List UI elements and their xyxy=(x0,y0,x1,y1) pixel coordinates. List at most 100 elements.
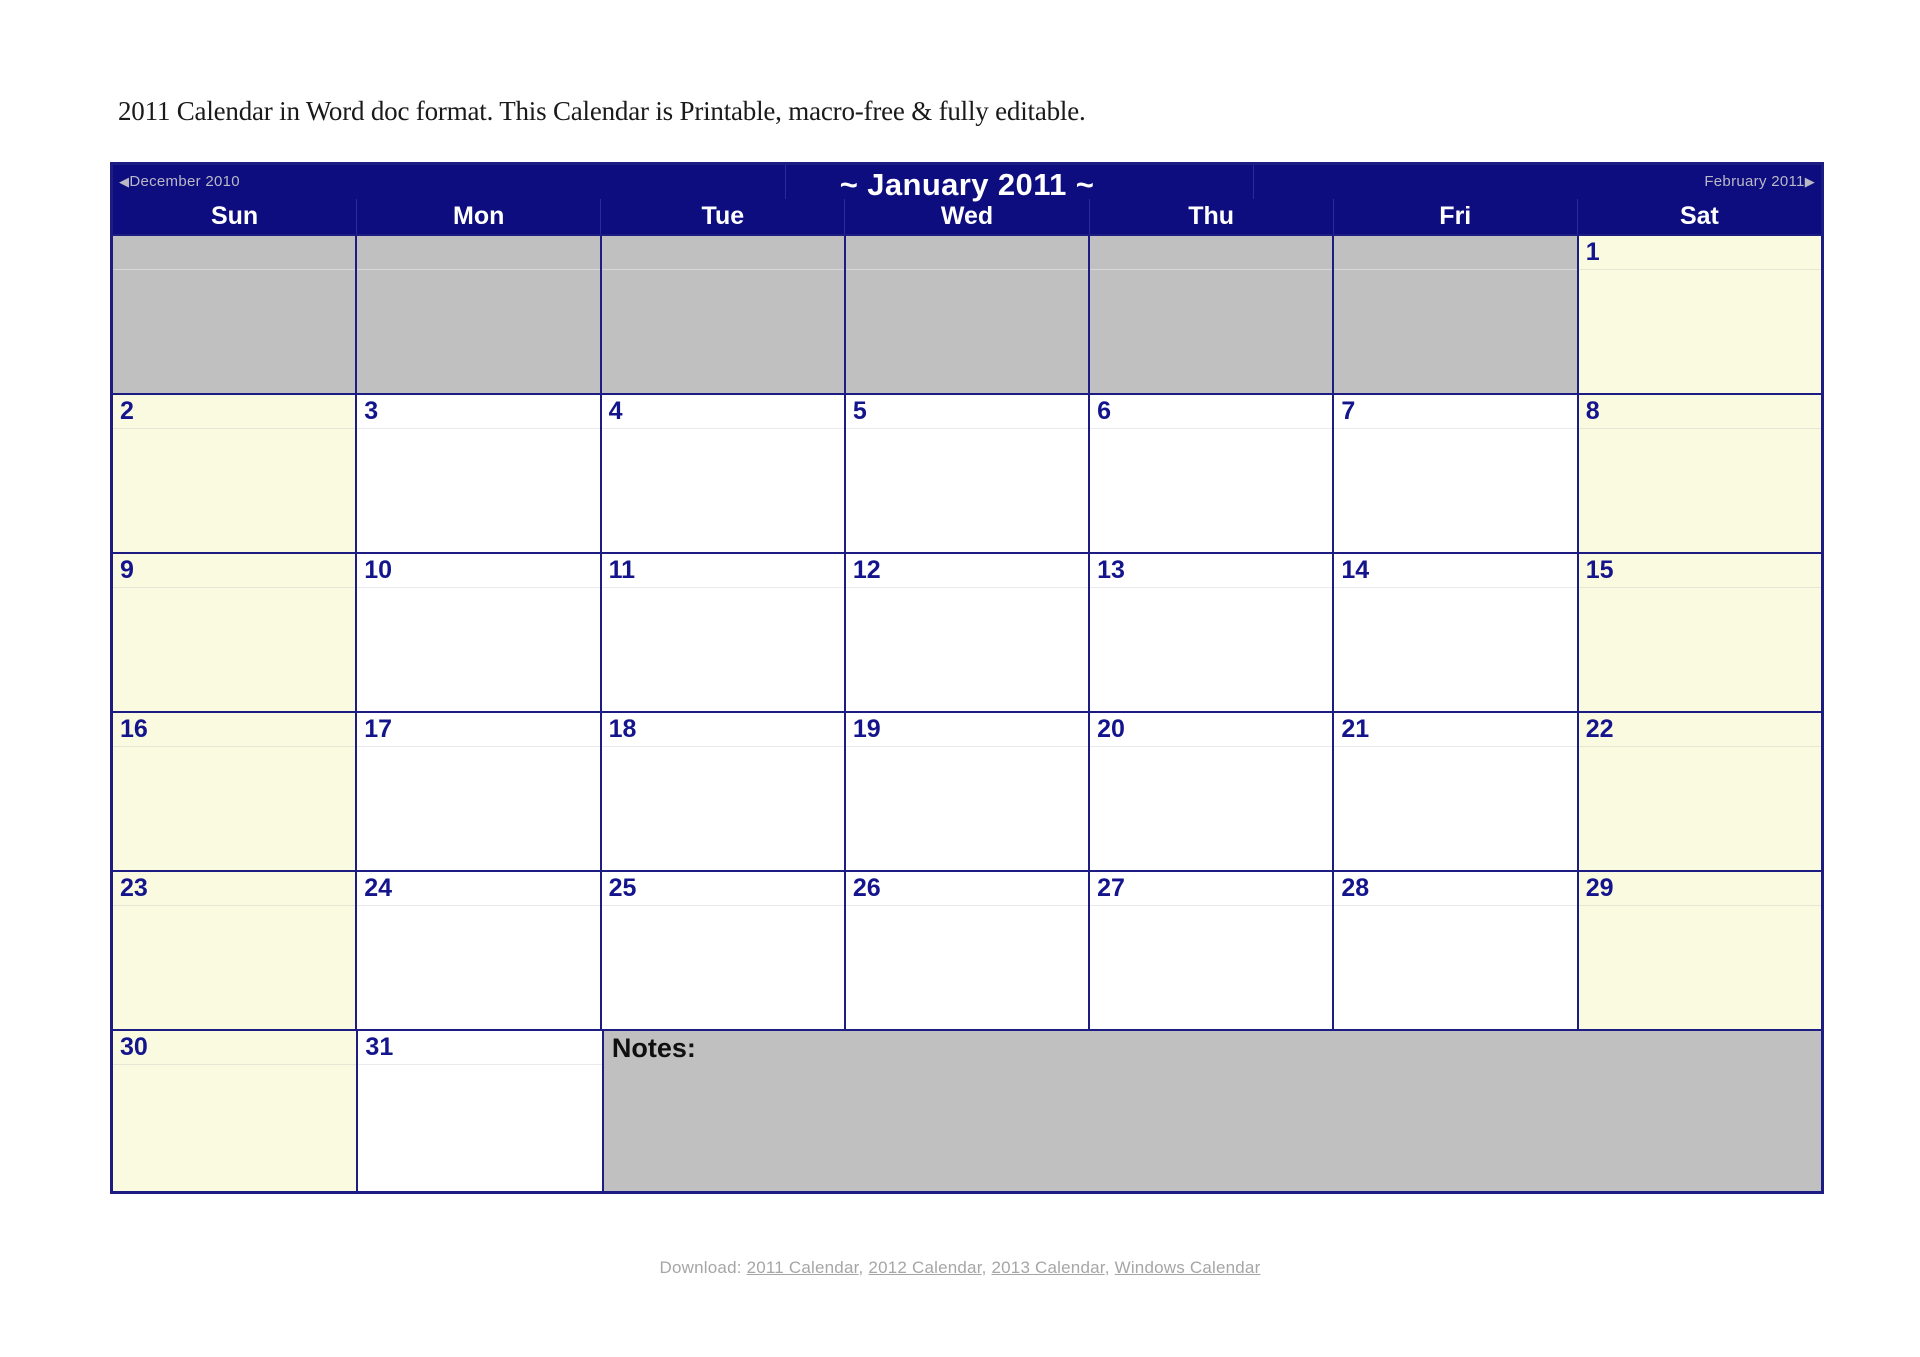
cell-rule xyxy=(357,428,600,429)
cell-rule xyxy=(1090,746,1333,747)
calendar-day-cell[interactable]: 26 xyxy=(843,872,1089,1029)
calendar-week-row: 2 3 4 5 6 7 8 xyxy=(113,393,1821,552)
calendar-day-cell[interactable]: 29 xyxy=(1576,872,1821,1029)
day-number: 6 xyxy=(1097,397,1112,425)
cell-rule xyxy=(845,905,1089,906)
cell-rule xyxy=(1578,905,1821,906)
calendar-day-cell[interactable]: 13 xyxy=(1088,554,1333,711)
month-title: ~ January 2011 ~ xyxy=(839,167,1095,202)
calendar-week-row: 23 24 25 26 27 28 29 xyxy=(113,870,1821,1029)
weekday-header-sun: Sun xyxy=(210,202,259,230)
calendar-day-cell[interactable]: 9 xyxy=(113,554,356,711)
calendar-day-cell[interactable]: 16 xyxy=(113,713,356,870)
right-arrow-icon: ▶ xyxy=(1804,174,1815,189)
cell-rule xyxy=(601,746,844,747)
footer-link[interactable]: 2011 Calendar xyxy=(747,1258,859,1277)
day-number: 18 xyxy=(608,715,637,743)
calendar-day-cell[interactable]: 10 xyxy=(355,554,600,711)
day-number: 25 xyxy=(608,874,637,902)
calendar-day-cell[interactable]: 28 xyxy=(1332,872,1577,1029)
calendar-weeks: 1 2 3 4 5 6 7 8 9 10 11 12 13 14 15 16 17 18 19 20 21 22 23 24 2… xyxy=(113,236,1821,1029)
calendar-day-cell[interactable]: 2 xyxy=(113,395,356,552)
cell-rule xyxy=(113,428,356,429)
footer-prefix: Download: xyxy=(659,1258,742,1277)
day-number: 14 xyxy=(1341,556,1370,584)
calendar-day-cell[interactable]: 21 xyxy=(1332,713,1577,870)
calendar-day-cell[interactable]: 20 xyxy=(1088,713,1333,870)
cell-rule xyxy=(113,587,356,588)
page-intro-text: 2011 Calendar in Word doc format. This C… xyxy=(118,96,1086,126)
cell-rule xyxy=(601,428,844,429)
day-number: 29 xyxy=(1585,874,1614,902)
footer-download-bar: Download: 2011 Calendar, 2012 Calendar, … xyxy=(0,1258,1920,1278)
calendar-day-cell[interactable]: 17 xyxy=(355,713,600,870)
day-number: 23 xyxy=(120,874,148,902)
calendar-day-cell[interactable]: 3 xyxy=(355,395,600,552)
cell-rule xyxy=(357,587,600,588)
calendar-filler-cell xyxy=(113,236,356,393)
weekday-header-sat: Sat xyxy=(1576,199,1821,234)
calendar-day-cell[interactable]: 14 xyxy=(1332,554,1577,711)
weekday-header-thu: Thu xyxy=(1088,199,1333,234)
day-number: 31 xyxy=(365,1033,394,1061)
cell-rule xyxy=(601,905,844,906)
notes-area[interactable]: Notes: xyxy=(601,1031,1821,1191)
day-number: 19 xyxy=(852,715,881,743)
footer-separator: , xyxy=(981,1258,987,1277)
cell-rule xyxy=(1334,428,1577,429)
day-number: 21 xyxy=(1341,715,1370,743)
cell-rule xyxy=(845,428,1089,429)
day-number: 26 xyxy=(852,874,881,902)
calendar-day-cell[interactable]: 12 xyxy=(843,554,1089,711)
calendar-day-cell[interactable]: 24 xyxy=(355,872,600,1029)
day-number: 16 xyxy=(120,715,148,743)
next-month-link[interactable]: February 2011▶ xyxy=(1704,174,1815,189)
footer-link[interactable]: 2013 Calendar xyxy=(992,1258,1105,1277)
calendar-day-cell[interactable]: 1 xyxy=(1576,236,1821,393)
calendar-day-cell[interactable]: 31 xyxy=(356,1031,602,1191)
cell-rule xyxy=(1334,746,1577,747)
weekday-header-row: Sun Mon Tue Wed Thu Fri Sat xyxy=(113,199,1821,234)
calendar-filler-cell xyxy=(1332,236,1577,393)
calendar-day-cell[interactable]: 8 xyxy=(1576,395,1821,552)
calendar-day-cell[interactable]: 27 xyxy=(1088,872,1333,1029)
calendar-day-cell[interactable]: 4 xyxy=(599,395,844,552)
calendar-week-row-last: 30 31 Notes: xyxy=(113,1029,1821,1191)
footer-links: 2011 Calendar, 2012 Calendar, 2013 Calen… xyxy=(747,1258,1261,1277)
calendar-day-cell[interactable]: 5 xyxy=(843,395,1089,552)
calendar-day-cell[interactable]: 30 xyxy=(113,1031,357,1191)
cell-rule xyxy=(601,269,844,270)
calendar-day-cell[interactable]: 11 xyxy=(599,554,844,711)
footer-separator: , xyxy=(1104,1258,1110,1277)
cell-rule xyxy=(357,269,600,270)
day-number: 17 xyxy=(364,715,393,743)
calendar-filler-cell xyxy=(843,236,1089,393)
calendar-day-cell[interactable]: 6 xyxy=(1088,395,1333,552)
cell-rule xyxy=(1334,905,1577,906)
cell-rule xyxy=(845,269,1089,270)
calendar-day-cell[interactable]: 25 xyxy=(599,872,844,1029)
footer-link[interactable]: 2012 Calendar xyxy=(868,1258,981,1277)
cell-rule xyxy=(1090,587,1333,588)
calendar-day-cell[interactable]: 15 xyxy=(1576,554,1821,711)
footer-separator: , xyxy=(858,1258,864,1277)
day-number: 1 xyxy=(1585,238,1600,266)
calendar-header: ◀December 2010 ~ January 2011 ~ February… xyxy=(113,165,1821,236)
calendar-day-cell[interactable]: 18 xyxy=(599,713,844,870)
calendar-week-row: 16 17 18 19 20 21 22 xyxy=(113,711,1821,870)
cell-rule xyxy=(601,587,844,588)
footer-link[interactable]: Windows Calendar xyxy=(1115,1258,1261,1277)
day-number: 20 xyxy=(1097,715,1125,743)
calendar-day-cell[interactable]: 19 xyxy=(843,713,1089,870)
day-number: 22 xyxy=(1585,715,1614,743)
day-number: 30 xyxy=(120,1033,148,1061)
calendar-day-cell[interactable]: 23 xyxy=(113,872,356,1029)
calendar-day-cell[interactable]: 7 xyxy=(1332,395,1577,552)
calendar-day-cell[interactable]: 22 xyxy=(1576,713,1821,870)
calendar-week-row: 9 10 11 12 13 14 15 xyxy=(113,552,1821,711)
day-number: 28 xyxy=(1341,874,1370,902)
day-number: 2 xyxy=(120,397,134,425)
cell-rule xyxy=(1334,269,1577,270)
day-number: 10 xyxy=(364,556,393,584)
weekday-header-mon: Mon xyxy=(356,199,600,234)
